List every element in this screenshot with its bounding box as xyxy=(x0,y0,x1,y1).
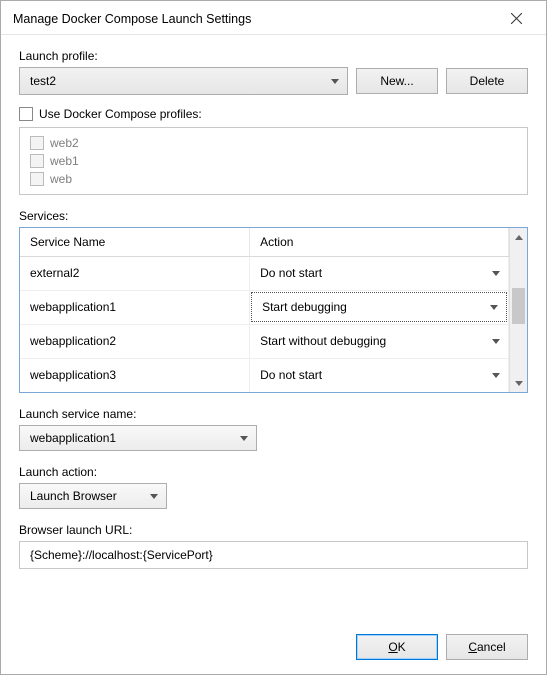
launch-action-label: Launch action: xyxy=(19,465,528,479)
service-action-select[interactable]: Start debugging xyxy=(251,292,507,322)
launch-profile-label: Launch profile: xyxy=(19,49,528,63)
cancel-button[interactable]: Cancel xyxy=(446,634,528,660)
service-action-select[interactable]: Do not start xyxy=(250,360,508,390)
services-table: Service Name Action external2 Do not sta… xyxy=(20,228,509,392)
scroll-track[interactable] xyxy=(510,246,527,374)
services-panel: Service Name Action external2 Do not sta… xyxy=(19,227,528,393)
services-scrollbar[interactable] xyxy=(509,228,527,392)
chevron-down-icon xyxy=(492,271,500,276)
delete-profile-button[interactable]: Delete xyxy=(446,68,528,94)
ok-button[interactable]: OK xyxy=(356,634,438,660)
launch-profile-select[interactable]: test2 xyxy=(19,67,348,95)
profile-checkbox[interactable] xyxy=(30,136,44,150)
table-row: webapplication1 Start debugging xyxy=(20,290,509,324)
chevron-down-icon xyxy=(492,339,500,344)
launch-service-name-select[interactable]: webapplication1 xyxy=(19,425,257,451)
launch-service-name-value: webapplication1 xyxy=(30,431,116,445)
col-service-name[interactable]: Service Name xyxy=(20,228,250,256)
dialog-footer: OK Cancel xyxy=(1,626,546,674)
scroll-up-button[interactable] xyxy=(510,228,527,246)
service-action-value: Start without debugging xyxy=(260,334,386,348)
table-row: webapplication3 Do not start xyxy=(20,358,509,392)
service-action-value: Start debugging xyxy=(262,300,347,314)
dialog-content: Launch profile: test2 New... Delete Use … xyxy=(1,35,546,626)
window-title: Manage Docker Compose Launch Settings xyxy=(13,12,251,26)
new-profile-button[interactable]: New... xyxy=(356,68,438,94)
chevron-down-icon xyxy=(150,494,158,499)
arrow-down-icon xyxy=(515,381,523,386)
col-action[interactable]: Action xyxy=(250,228,509,256)
service-name-cell: webapplication3 xyxy=(20,358,250,392)
launch-action-value: Launch Browser xyxy=(30,489,117,503)
table-row: webapplication2 Start without debugging xyxy=(20,324,509,358)
use-profiles-checkbox[interactable] xyxy=(19,107,33,121)
service-name-cell: webapplication2 xyxy=(20,324,250,358)
titlebar: Manage Docker Compose Launch Settings xyxy=(1,1,546,35)
close-icon xyxy=(511,13,522,24)
profile-name: web xyxy=(50,172,72,186)
service-action-value: Do not start xyxy=(260,266,322,280)
services-label: Services: xyxy=(19,209,528,223)
scroll-thumb[interactable] xyxy=(512,288,525,324)
profile-checkbox[interactable] xyxy=(30,154,44,168)
chevron-down-icon xyxy=(490,305,498,310)
arrow-up-icon xyxy=(515,235,523,240)
service-name-cell: webapplication1 xyxy=(20,290,250,324)
service-action-select[interactable]: Start without debugging xyxy=(250,326,508,356)
use-profiles-label: Use Docker Compose profiles: xyxy=(39,107,202,121)
close-button[interactable] xyxy=(496,6,536,32)
profile-checkbox[interactable] xyxy=(30,172,44,186)
chevron-down-icon xyxy=(331,79,339,84)
chevron-down-icon xyxy=(240,436,248,441)
table-row: external2 Do not start xyxy=(20,256,509,290)
chevron-down-icon xyxy=(492,373,500,378)
service-action-select[interactable]: Do not start xyxy=(250,258,508,288)
profile-name: web2 xyxy=(50,136,79,150)
launch-service-name-label: Launch service name: xyxy=(19,407,528,421)
scroll-down-button[interactable] xyxy=(510,374,527,392)
launch-profile-value: test2 xyxy=(30,74,56,88)
service-name-cell: external2 xyxy=(20,256,250,290)
compose-profiles-list: web2 web1 web xyxy=(19,127,528,195)
service-action-value: Do not start xyxy=(260,368,322,382)
launch-action-select[interactable]: Launch Browser xyxy=(19,483,167,509)
browser-url-label: Browser launch URL: xyxy=(19,523,528,537)
profile-name: web1 xyxy=(50,154,79,168)
browser-url-input[interactable] xyxy=(19,541,528,569)
